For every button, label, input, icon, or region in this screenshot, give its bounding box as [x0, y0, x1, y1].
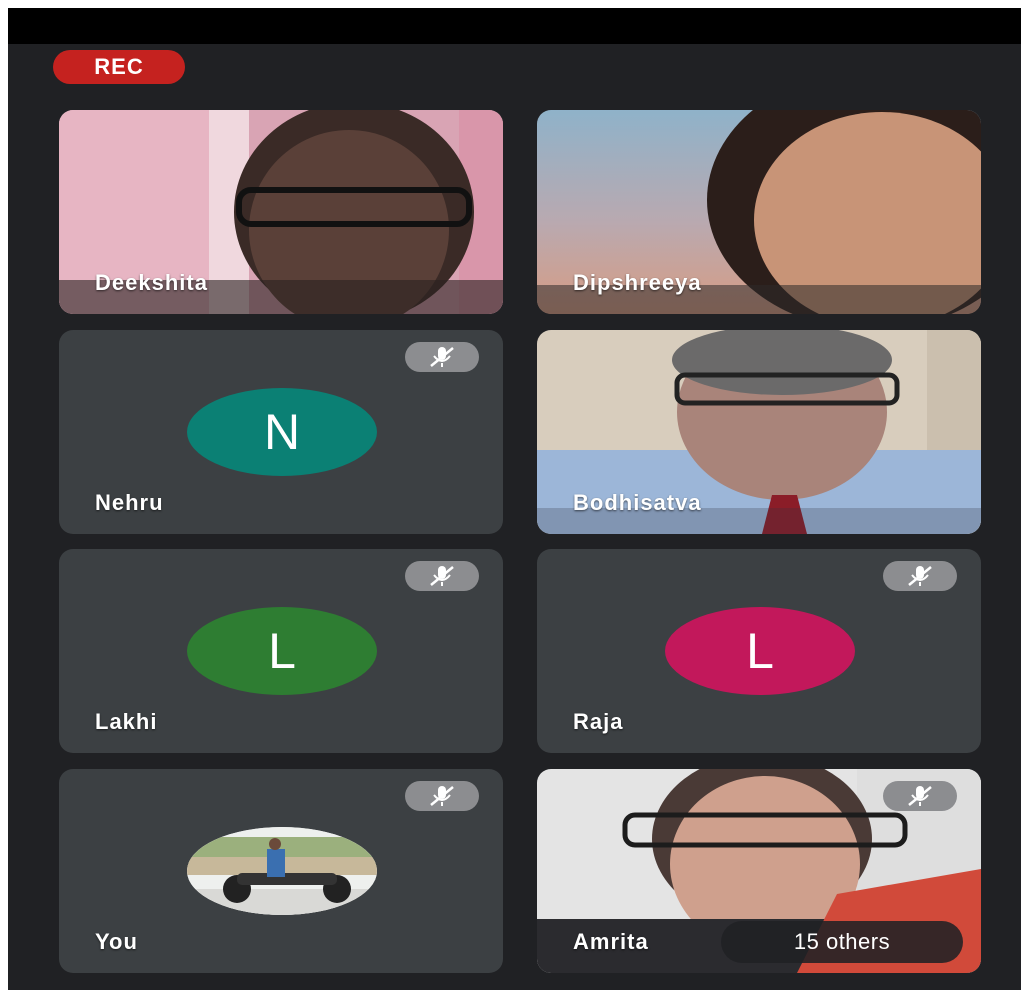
participant-name: Amrita [573, 929, 649, 954]
avatar-photo [187, 827, 377, 915]
participant-name: Lakhi [95, 709, 158, 734]
avatar: L [187, 607, 377, 695]
avatar-initial: N [263, 404, 301, 460]
others-count: 15 others [793, 929, 891, 954]
participant-name: You [95, 929, 138, 954]
participant-name: Dipshreeya [573, 270, 702, 295]
mic-off-icon [405, 342, 479, 372]
avatar-initial: L [268, 623, 296, 679]
participant-tile-lakhi[interactable]: L Lakhi [59, 549, 503, 753]
avatar: N [187, 388, 377, 476]
avatar-initial: L [746, 623, 774, 679]
participant-name: Nehru [95, 490, 164, 515]
participant-tile-you[interactable]: You [59, 769, 503, 973]
mic-off-icon [883, 561, 957, 591]
participant-name: Bodhisatva [573, 490, 702, 515]
mic-off-icon [405, 561, 479, 591]
participant-name: Raja [573, 709, 624, 734]
participant-tile-amrita[interactable]: Amrita 15 others [537, 769, 981, 973]
others-chip[interactable]: 15 others [721, 921, 963, 963]
mic-off-icon [405, 781, 479, 811]
recording-badge: REC [53, 50, 185, 84]
recording-label: REC [94, 54, 144, 79]
participant-tile-bodhisatva[interactable]: Bodhisatva [537, 330, 981, 534]
participant-name: Deekshita [95, 270, 208, 295]
participant-tile-raja[interactable]: L Raja [537, 549, 981, 753]
participant-tile-nehru[interactable]: N Nehru [59, 330, 503, 534]
participant-tile-deekshita[interactable]: Deekshita [59, 110, 503, 314]
participant-tile-dipshreeya[interactable]: Dipshreeya [537, 110, 981, 314]
profile-photo [187, 827, 377, 915]
avatar: L [665, 607, 855, 695]
mic-off-icon [883, 781, 957, 811]
status-bar [8, 8, 1021, 44]
meeting-screen: REC Deekshita Dipshreeya N Nehru Bodhisa… [8, 8, 1021, 990]
